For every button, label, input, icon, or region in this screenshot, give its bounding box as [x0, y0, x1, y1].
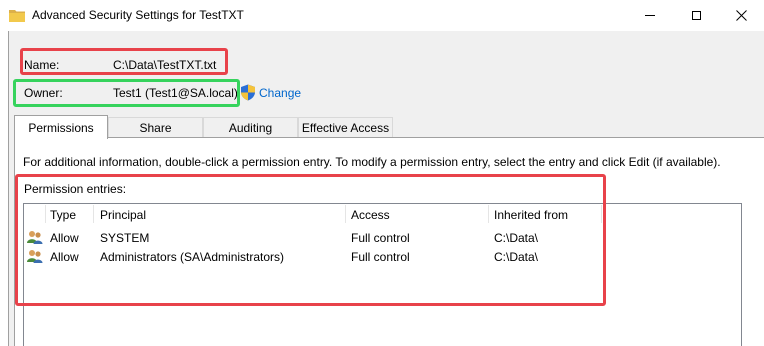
window-title: Advanced Security Settings for TestTXT [32, 8, 244, 22]
maximize-button[interactable] [673, 0, 719, 31]
tab-label: Permissions [28, 120, 94, 135]
tab-label: Share [139, 120, 172, 135]
permission-entries-highlight-box [15, 174, 606, 306]
minimize-button[interactable] [627, 0, 673, 31]
tab-permissions[interactable]: Permissions [14, 115, 108, 139]
title-bar[interactable]: Advanced Security Settings for TestTXT [0, 0, 764, 31]
change-owner-link[interactable]: Change [259, 86, 301, 100]
folder-icon [9, 10, 25, 22]
close-icon [735, 10, 747, 21]
tab-label: Auditing [228, 120, 273, 135]
uac-shield-icon [241, 84, 255, 101]
info-text: For additional information, double-click… [23, 155, 721, 169]
owner-highlight-box [13, 79, 240, 107]
tab-label: Effective Access [301, 120, 390, 135]
close-button[interactable] [718, 0, 764, 31]
tab-effective-access[interactable]: Effective Access [298, 117, 393, 137]
name-highlight-box [20, 48, 228, 75]
tab-share[interactable]: Share [108, 117, 203, 137]
maximize-icon [691, 11, 701, 20]
minimize-icon [645, 15, 655, 16]
tab-auditing[interactable]: Auditing [203, 117, 298, 137]
